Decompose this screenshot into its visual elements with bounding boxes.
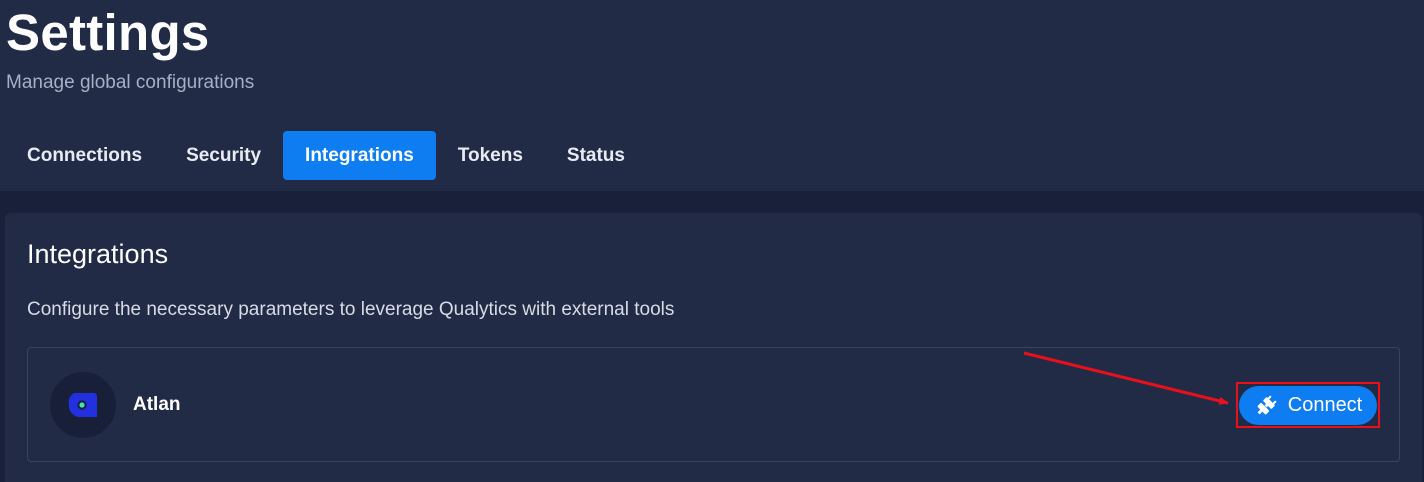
atlan-logo-icon: [50, 372, 116, 438]
integrations-description: Configure the necessary parameters to le…: [27, 299, 675, 320]
integration-name: Atlan: [133, 394, 181, 415]
tab-integrations[interactable]: Integrations: [283, 131, 436, 180]
tab-security[interactable]: Security: [164, 131, 283, 180]
connect-button[interactable]: Connect: [1239, 386, 1377, 425]
settings-page: Settings Manage global configurations Co…: [0, 0, 1424, 482]
connect-button-label: Connect: [1287, 394, 1363, 416]
page-title: Settings: [6, 4, 210, 61]
plug-icon: [1254, 394, 1278, 418]
integrations-card: Integrations Configure the necessary par…: [5, 213, 1422, 482]
integrations-title: Integrations: [27, 239, 169, 269]
settings-header: Settings Manage global configurations Co…: [0, 0, 1424, 191]
integration-row-atlan: Atlan Connect: [27, 347, 1400, 462]
tab-tokens[interactable]: Tokens: [436, 131, 545, 180]
tab-status[interactable]: Status: [545, 131, 647, 180]
settings-tabs: Connections Security Integrations Tokens…: [5, 131, 647, 180]
page-subtitle: Manage global configurations: [6, 72, 255, 93]
tab-connections[interactable]: Connections: [5, 131, 164, 180]
